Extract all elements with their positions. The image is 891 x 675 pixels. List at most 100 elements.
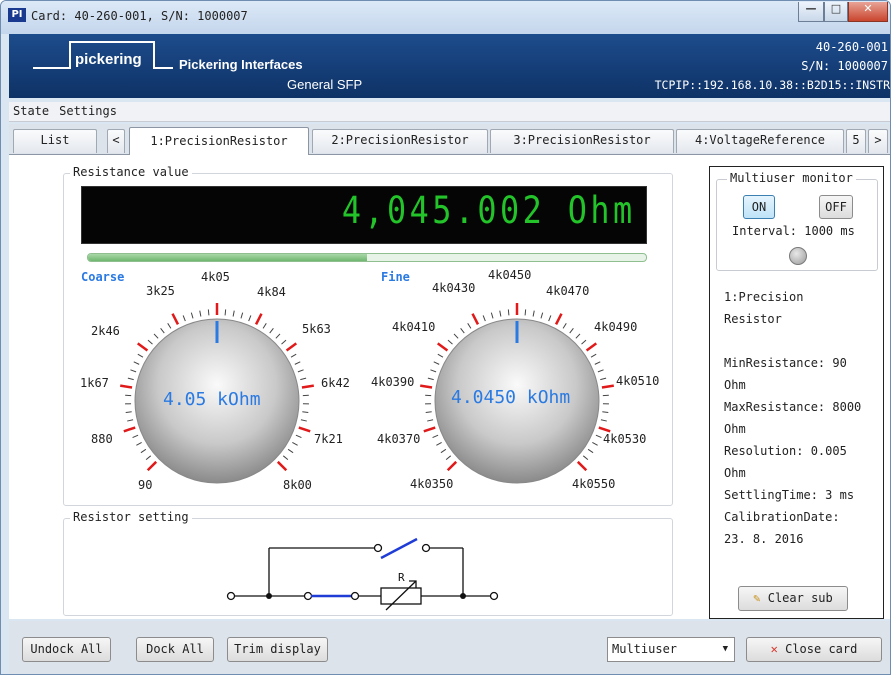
tick-mark <box>300 377 307 381</box>
tick-mark <box>453 333 459 339</box>
tick-mark <box>190 312 194 319</box>
tick-mark <box>569 327 574 334</box>
resistor-label: R <box>398 571 405 584</box>
tick-mark <box>447 339 453 345</box>
coarse-tick-label: 880 <box>91 432 113 446</box>
tick-mark <box>269 327 274 334</box>
tick-mark <box>436 342 449 352</box>
fine-tick-label: 4k0370 <box>377 432 421 446</box>
tick-mark <box>137 353 144 358</box>
coarse-tick-label: 1k67 <box>80 376 109 390</box>
tick-mark <box>167 323 172 329</box>
tick-mark <box>532 310 535 317</box>
tick-mark <box>287 448 294 454</box>
tick-mark <box>602 411 609 414</box>
coarse-tick-label: 8k00 <box>283 478 312 492</box>
tick-mark <box>597 369 604 373</box>
coarse-tick-label: 3k25 <box>146 284 175 298</box>
tick-mark <box>482 315 486 322</box>
tick-mark <box>160 327 165 334</box>
fine-value: 4.0450 kOhm <box>451 387 571 408</box>
fine-tick-label: 4k0550 <box>572 477 616 491</box>
tick-mark <box>601 384 614 389</box>
tick-mark <box>140 448 147 454</box>
tick-mark <box>427 377 434 381</box>
fine-tick-label: 4k0510 <box>616 374 660 388</box>
tick-mark <box>425 411 432 414</box>
coarse-tick-label: 90 <box>138 478 153 492</box>
coarse-tick-label: 2k46 <box>91 324 120 338</box>
tick-mark <box>562 323 567 329</box>
tick-mark <box>276 460 288 472</box>
tick-mark <box>507 309 510 316</box>
tick-mark <box>133 361 140 365</box>
tick-mark <box>295 434 302 438</box>
tick-mark <box>132 434 139 438</box>
tick-mark <box>427 419 434 422</box>
app-window: PI Card: 40-260-001, S/N: 1000007 — □ ✕ … <box>0 0 891 675</box>
open-switch[interactable] <box>380 537 418 560</box>
tick-mark <box>294 361 301 365</box>
tick-mark <box>120 384 133 389</box>
tick-mark <box>298 426 311 433</box>
coarse-tick-label: 6k42 <box>321 376 350 390</box>
fine-tick-label: 4k0490 <box>594 320 638 334</box>
tick-mark <box>430 369 437 373</box>
tick-mark <box>524 309 527 316</box>
tick-mark <box>600 419 607 422</box>
tick-mark <box>576 460 588 472</box>
tick-mark <box>301 384 314 389</box>
tick-mark <box>147 339 153 345</box>
tick-mark <box>248 315 252 322</box>
fine-tick-label: 4k0390 <box>371 375 415 389</box>
tick-mark <box>540 312 544 319</box>
tick-mark <box>592 441 598 446</box>
tick-mark <box>300 419 307 422</box>
coarse-tick-label: 7k21 <box>314 432 343 446</box>
coarse-tick-label: 4k05 <box>201 270 230 284</box>
tick-mark <box>290 353 297 358</box>
tick-mark <box>153 333 159 339</box>
tick-mark <box>282 455 289 461</box>
tick-mark <box>575 333 581 339</box>
coarse-value: 4.05 kOhm <box>163 389 261 410</box>
tick-mark <box>587 448 594 454</box>
tick-mark <box>297 369 304 373</box>
tick-mark <box>490 312 494 319</box>
tick-mark <box>445 455 452 461</box>
tick-mark <box>471 313 480 325</box>
resistor-circuit: R <box>226 537 499 611</box>
tick-mark <box>460 327 465 334</box>
tick-mark <box>240 312 244 319</box>
fine-tick-label: 4k0350 <box>410 477 454 491</box>
tick-mark <box>292 441 298 446</box>
tick-mark <box>123 426 136 433</box>
tick-mark <box>302 411 309 414</box>
tick-mark <box>232 310 235 317</box>
fine-tick-label: 4k0450 <box>488 268 532 282</box>
tick-mark <box>590 353 597 358</box>
tick-mark <box>262 323 267 329</box>
tick-mark <box>440 448 447 454</box>
tick-mark <box>127 377 134 381</box>
tick-mark <box>125 411 132 414</box>
fine-tick-label: 4k0470 <box>546 284 590 298</box>
tick-mark <box>145 455 152 461</box>
tick-mark <box>275 333 281 339</box>
tick-mark <box>595 434 602 438</box>
tick-mark <box>585 342 598 352</box>
fine-tick-label: 4k0410 <box>392 320 436 334</box>
fine-tick-label: 4k0430 <box>432 281 476 295</box>
coarse-tick-label: 5k63 <box>302 322 331 336</box>
tick-mark <box>199 310 202 317</box>
tick-mark <box>600 377 607 381</box>
tick-mark <box>171 313 180 325</box>
tick-mark <box>224 309 227 316</box>
tick-mark <box>130 369 137 373</box>
tick-mark <box>420 384 433 389</box>
tick-mark <box>285 342 298 352</box>
tick-mark <box>581 339 587 345</box>
tick-mark <box>432 434 439 438</box>
tick-mark <box>446 460 458 472</box>
tick-mark <box>182 315 186 322</box>
